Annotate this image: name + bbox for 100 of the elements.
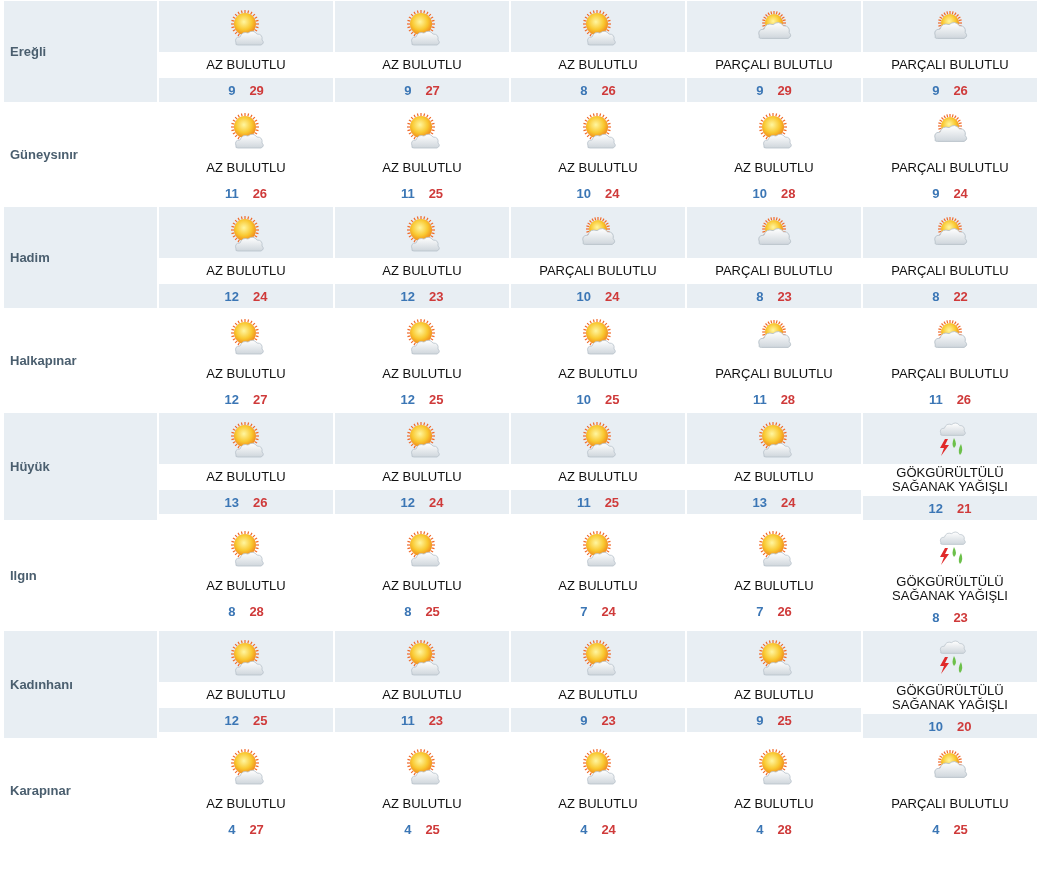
weather-condition: GÖKGÜRÜLTÜLÜ SAĞANAK YAĞIŞLI <box>891 682 1009 714</box>
high-temperature: 24 <box>781 494 796 510</box>
city-name: Ereğli <box>4 1 157 102</box>
weather-condition: AZ BULUTLU <box>206 365 286 383</box>
low-temperature: 12 <box>224 391 239 407</box>
low-temperature: 11 <box>400 712 415 728</box>
weather-condition: AZ BULUTLU <box>558 56 638 74</box>
weather-condition: AZ BULUTLU <box>206 795 286 813</box>
weather-condition: AZ BULUTLU <box>382 159 462 177</box>
low-temperature: 8 <box>404 603 412 619</box>
high-temperature: 24 <box>605 185 620 201</box>
weather-condition: AZ BULUTLU <box>558 468 638 486</box>
high-temperature: 24 <box>601 603 616 619</box>
low-temperature: 11 <box>928 391 943 407</box>
weather-condition: PARÇALI BULUTLU <box>891 56 1009 74</box>
low-temperature: 4 <box>580 821 588 837</box>
city-name: Karapınar <box>9 782 72 800</box>
high-temperature: 23 <box>601 712 616 728</box>
low-temperature: 11 <box>752 391 767 407</box>
city-name: Hüyük <box>4 413 157 520</box>
high-temperature: 26 <box>601 82 616 98</box>
weather-condition: AZ BULUTLU <box>558 686 638 704</box>
low-temperature: 12 <box>224 288 239 304</box>
weather-condition: AZ BULUTLU <box>734 159 814 177</box>
high-temperature: 24 <box>601 821 616 837</box>
weather-condition: AZ BULUTLU <box>206 468 286 486</box>
high-temperature: 28 <box>249 603 264 619</box>
low-temperature: 9 <box>932 82 940 98</box>
city-name: Kadınhanı <box>4 631 157 738</box>
low-temperature: 10 <box>576 185 591 201</box>
weather-condition: AZ BULUTLU <box>206 577 286 595</box>
high-temperature: 23 <box>429 288 444 304</box>
low-temperature: 12 <box>400 494 415 510</box>
low-temperature: 8 <box>228 603 236 619</box>
high-temperature: 24 <box>605 288 620 304</box>
low-temperature: 10 <box>752 185 767 201</box>
high-temperature: 24 <box>429 494 444 510</box>
low-temperature: 4 <box>756 821 764 837</box>
weather-condition: AZ BULUTLU <box>206 159 286 177</box>
low-temperature: 12 <box>224 712 239 728</box>
weather-condition: AZ BULUTLU <box>734 795 814 813</box>
weather-condition: AZ BULUTLU <box>558 795 638 813</box>
high-temperature: 25 <box>428 185 444 201</box>
high-temperature: 25 <box>777 712 792 728</box>
high-temperature: 25 <box>429 391 444 407</box>
low-temperature: 8 <box>756 288 764 304</box>
low-temperature: 13 <box>224 494 239 510</box>
high-temperature: 29 <box>777 82 792 98</box>
high-temperature: 27 <box>249 821 264 837</box>
weather-condition: PARÇALI BULUTLU <box>715 365 833 383</box>
weather-condition: AZ BULUTLU <box>382 365 462 383</box>
low-temperature: 11 <box>576 494 591 510</box>
high-temperature: 25 <box>604 494 620 510</box>
weather-condition: AZ BULUTLU <box>382 468 462 486</box>
weather-condition: GÖKGÜRÜLTÜLÜ SAĞANAK YAĞIŞLI <box>891 464 1009 496</box>
low-temperature: 4 <box>932 821 940 837</box>
weather-condition: AZ BULUTLU <box>558 365 638 383</box>
low-temperature: 12 <box>928 500 943 516</box>
weather-condition: PARÇALI BULUTLU <box>715 56 833 74</box>
weather-condition: PARÇALI BULUTLU <box>539 262 657 280</box>
low-temperature: 10 <box>928 718 943 734</box>
high-temperature: 26 <box>253 494 268 510</box>
low-temperature: 13 <box>752 494 767 510</box>
high-temperature: 23 <box>953 609 968 625</box>
high-temperature: 28 <box>780 391 796 407</box>
high-temperature: 27 <box>425 82 440 98</box>
low-temperature: 11 <box>400 185 415 201</box>
high-temperature: 29 <box>249 82 264 98</box>
high-temperature: 20 <box>957 718 972 734</box>
low-temperature: 11 <box>224 185 239 201</box>
low-temperature: 9 <box>404 82 412 98</box>
weather-condition: GÖKGÜRÜLTÜLÜ SAĞANAK YAĞIŞLI <box>891 573 1009 605</box>
low-temperature: 12 <box>400 391 415 407</box>
weather-condition: AZ BULUTLU <box>382 686 462 704</box>
weather-condition: AZ BULUTLU <box>206 262 286 280</box>
low-temperature: 9 <box>580 712 588 728</box>
weather-condition: PARÇALI BULUTLU <box>891 159 1009 177</box>
weather-condition: AZ BULUTLU <box>206 686 286 704</box>
weather-condition: AZ BULUTLU <box>382 56 462 74</box>
city-name: Halkapınar <box>9 352 78 370</box>
high-temperature: 25 <box>253 712 268 728</box>
low-temperature: 7 <box>580 603 588 619</box>
high-temperature: 25 <box>605 391 620 407</box>
high-temperature: 23 <box>777 288 792 304</box>
high-temperature: 26 <box>956 391 972 407</box>
high-temperature: 24 <box>953 185 968 201</box>
high-temperature: 28 <box>781 185 796 201</box>
weather-condition: AZ BULUTLU <box>206 56 286 74</box>
weather-condition: PARÇALI BULUTLU <box>715 262 833 280</box>
weather-condition: AZ BULUTLU <box>382 262 462 280</box>
high-temperature: 26 <box>252 185 268 201</box>
weather-condition: AZ BULUTLU <box>734 577 814 595</box>
low-temperature: 12 <box>400 288 415 304</box>
low-temperature: 9 <box>932 185 940 201</box>
low-temperature: 8 <box>932 288 940 304</box>
low-temperature: 10 <box>576 391 591 407</box>
high-temperature: 25 <box>953 821 968 837</box>
weather-condition: PARÇALI BULUTLU <box>891 365 1009 383</box>
high-temperature: 23 <box>428 712 444 728</box>
weather-condition: AZ BULUTLU <box>382 577 462 595</box>
